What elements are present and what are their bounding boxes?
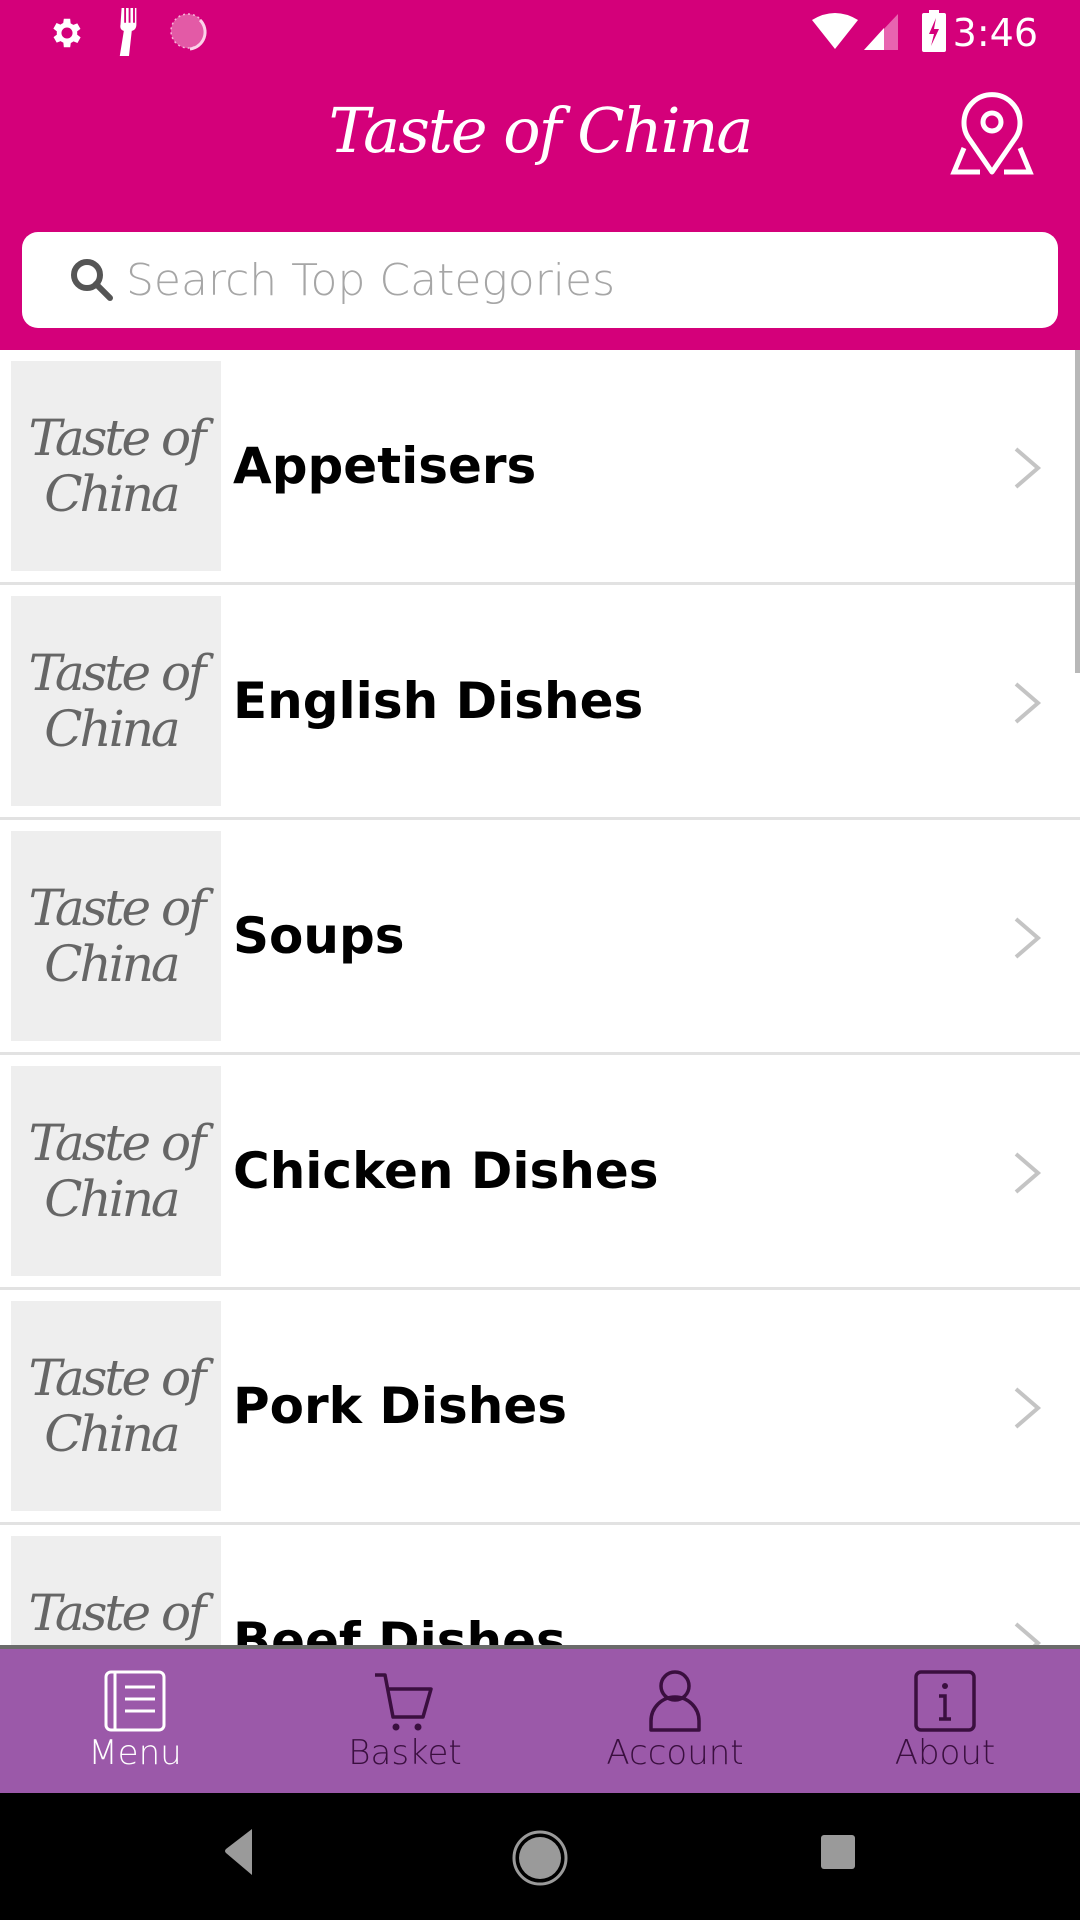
map-pin-icon [950, 92, 1034, 175]
thumbnail-logo-line1: Taste of [28, 1584, 206, 1642]
category-thumbnail: Taste of China [11, 361, 221, 571]
chevron-right-icon [1014, 1622, 1042, 1645]
home-icon[interactable] [510, 1828, 570, 1888]
chevron-right-icon [1014, 682, 1042, 724]
thumbnail-logo-line2: China [44, 1170, 180, 1228]
system-navigation-bar [0, 1793, 1080, 1920]
search-icon [71, 259, 113, 301]
thumbnail-logo-line1: Taste of [28, 879, 206, 937]
category-thumbnail: Taste of China [11, 596, 221, 806]
category-title: Soups [233, 907, 405, 965]
thumbnail-logo-line1: Taste of [28, 1349, 206, 1407]
thumbnail-logo-line2: China [44, 465, 180, 523]
category-list: Taste of China Appetisers Taste of China… [0, 350, 1080, 1645]
category-title: English Dishes [233, 672, 644, 730]
thumbnail-logo-line2: China [44, 700, 180, 758]
nav-label: Basket [348, 1733, 462, 1773]
thumbnail-logo-line1: Taste of [28, 644, 206, 702]
nav-label: Menu [88, 1733, 182, 1773]
chevron-right-icon [1014, 917, 1042, 959]
cart-icon [375, 1673, 433, 1731]
battery-charging-icon [922, 10, 946, 52]
loading-circle-icon [170, 13, 207, 51]
nav-label: Account [606, 1733, 744, 1773]
chevron-right-icon [1014, 1387, 1042, 1429]
category-row-pork-dishes[interactable]: Taste of China Pork Dishes [0, 1290, 1080, 1525]
wifi-icon [812, 13, 858, 49]
category-row-appetisers[interactable]: Taste of China Appetisers [0, 350, 1080, 585]
thumbnail-logo-line2: China [44, 935, 180, 993]
thumbnail-logo-line1: Taste of [28, 409, 206, 467]
search-input[interactable] [126, 232, 1026, 328]
nav-tab-about[interactable]: About [810, 1649, 1080, 1793]
nav-tab-basket[interactable]: Basket [270, 1649, 540, 1793]
search-bar[interactable] [22, 232, 1058, 328]
category-title: Beef Dishes [233, 1612, 566, 1645]
category-row-chicken-dishes[interactable]: Taste of China Chicken Dishes [0, 1055, 1080, 1290]
app-header: Taste of China [0, 66, 1080, 350]
location-button[interactable] [950, 92, 1040, 182]
category-row-english-dishes[interactable]: Taste of China English Dishes [0, 585, 1080, 820]
category-thumbnail: Taste of China [11, 1301, 221, 1511]
status-bar: 3:46 [0, 0, 1080, 66]
thumbnail-logo-line1: Taste of [28, 1114, 206, 1172]
settings-icon [53, 18, 81, 48]
chevron-right-icon [1014, 1152, 1042, 1194]
category-row-beef-dishes[interactable]: Taste of China Beef Dishes [0, 1525, 1080, 1645]
category-title: Appetisers [233, 437, 537, 495]
chevron-right-icon [1014, 447, 1042, 489]
cell-signal-icon [864, 14, 898, 50]
category-title: Pork Dishes [233, 1377, 567, 1435]
app-title: Taste of China [328, 94, 754, 167]
category-row-soups[interactable]: Taste of China Soups [0, 820, 1080, 1055]
nav-tab-account[interactable]: Account [540, 1649, 810, 1793]
clock: 3:46 [952, 11, 1038, 55]
thumbnail-logo-line2: China [44, 1405, 180, 1463]
bottom-navigation: Menu Basket Account About [0, 1645, 1080, 1793]
user-icon [649, 1670, 701, 1732]
list-scrollbar[interactable] [1075, 350, 1080, 673]
menu-book-icon [104, 1670, 166, 1732]
recents-icon[interactable] [820, 1833, 856, 1873]
nav-label: About [894, 1733, 996, 1773]
category-title: Chicken Dishes [233, 1142, 659, 1200]
category-thumbnail: Taste of China [11, 831, 221, 1041]
fork-icon [119, 8, 137, 56]
category-thumbnail: Taste of China [11, 1066, 221, 1276]
nav-tab-menu[interactable]: Menu [0, 1649, 270, 1793]
info-icon [914, 1670, 976, 1732]
back-icon[interactable] [220, 1823, 260, 1883]
category-thumbnail: Taste of China [11, 1536, 221, 1645]
